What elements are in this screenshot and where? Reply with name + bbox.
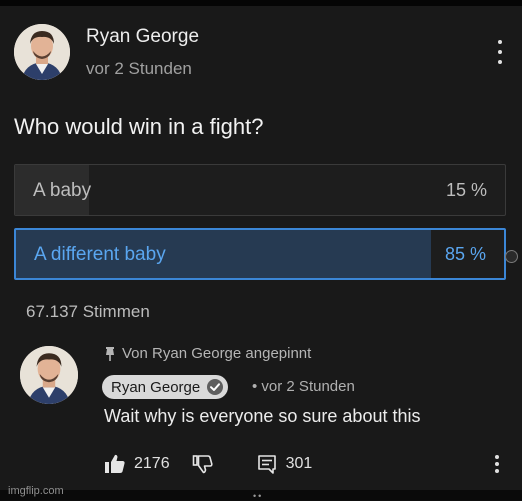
scroll-arrow-icon[interactable] [505,250,518,263]
thumbs-up-icon[interactable] [104,453,126,475]
comment-author-chip[interactable]: Ryan George [102,375,229,399]
top-edge [0,0,522,6]
pin-icon [106,346,114,361]
poll-option-2-percent: 85 % [444,244,486,264]
pinned-label: Von Ryan George angepinnt [122,345,312,362]
author-avatar[interactable] [14,24,70,80]
comment-menu-icon[interactable] [487,455,507,473]
like-count: 2176 [134,455,170,472]
comment-avatar[interactable] [20,346,78,404]
thumbs-down-icon[interactable] [192,453,214,475]
poll-option-1-label: A baby [33,180,92,201]
post-author-name[interactable]: Ryan George [86,26,199,48]
reply-icon[interactable] [256,453,278,475]
comment-author-name: Ryan George [111,378,201,396]
reply-count[interactable]: 301 [286,455,313,473]
poll-option-2-label: A different baby [34,244,166,265]
watermark: imgflip.com [8,485,64,497]
post-timestamp: vor 2 Stunden [86,59,192,78]
pinned-indicator: Von Ryan George angepinnt [104,345,311,362]
poll-option-2[interactable]: A different baby 85 % [14,228,506,280]
post-menu-icon[interactable] [490,40,510,64]
poll-option-1-percent: 15 % [445,180,487,200]
comment-actions: 2176 301 [104,452,312,476]
vote-count: 67.137 Stimmen [26,302,150,321]
poll-option-1[interactable]: A baby 15 % [14,164,506,216]
poll-question: Who would win in a fight? [14,114,264,139]
comment-timestamp: • vor 2 Stunden [252,378,355,395]
verified-check-icon [207,379,224,395]
comment-text: Wait why is everyone so sure about this [104,406,421,426]
